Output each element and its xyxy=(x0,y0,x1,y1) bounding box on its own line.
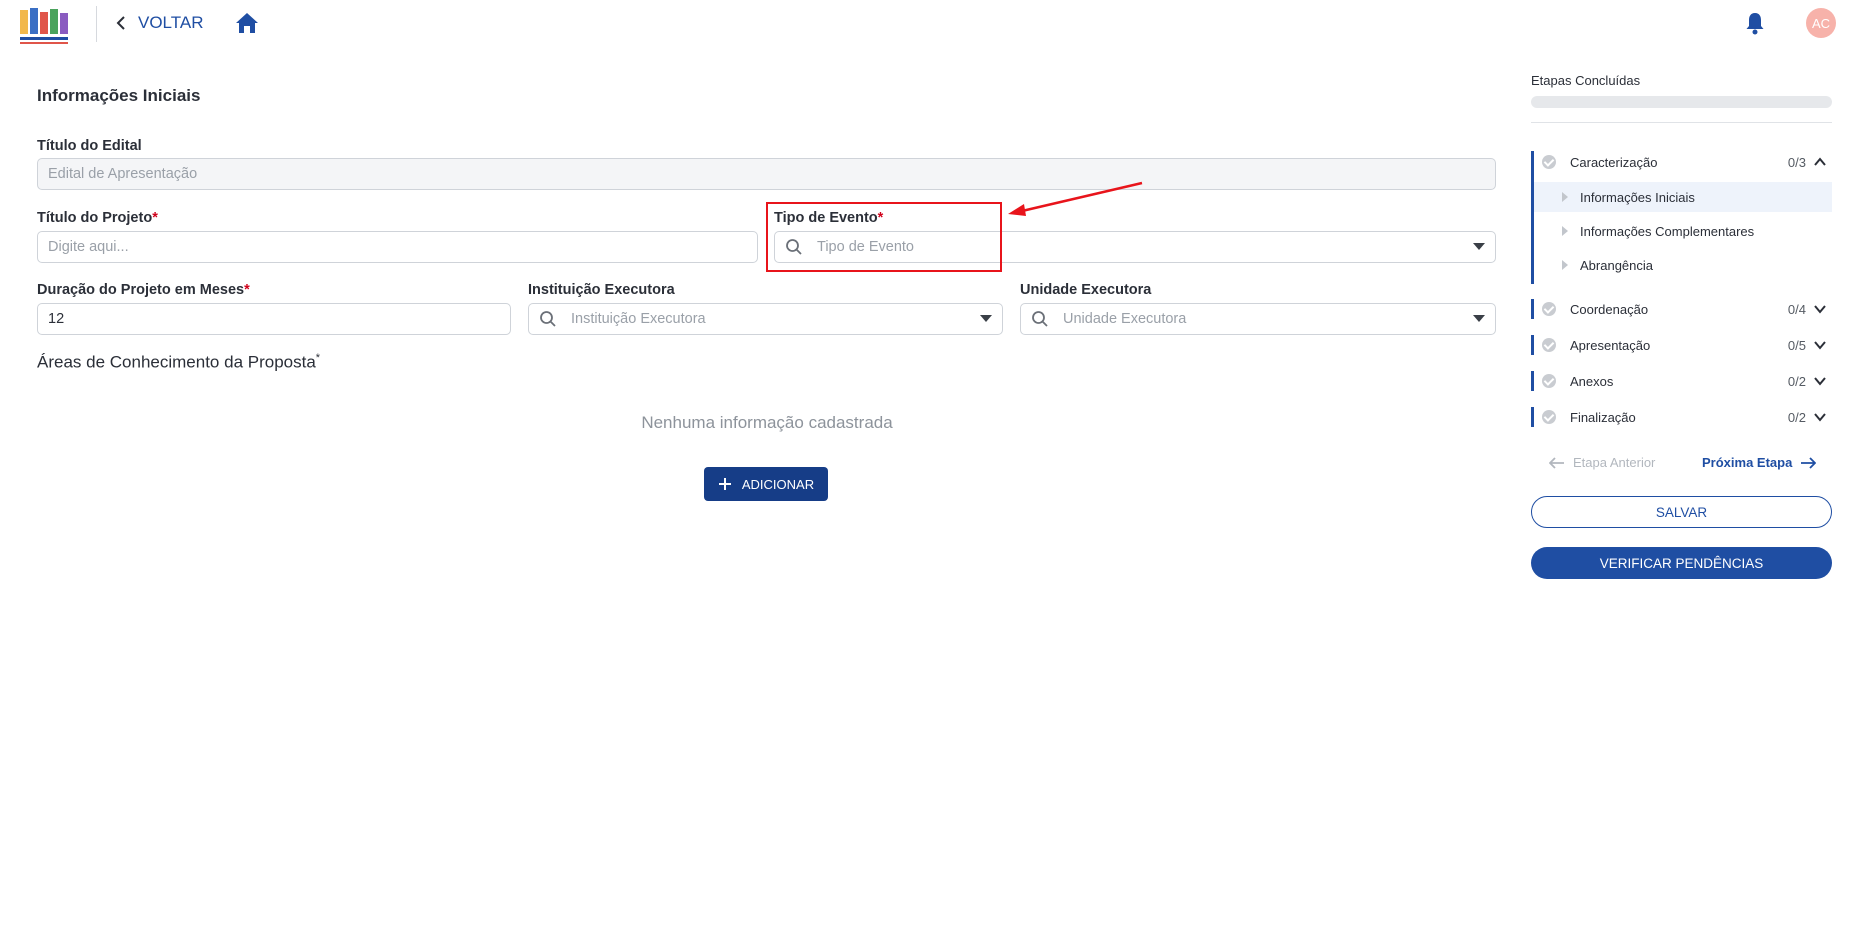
instituicao-placeholder: Instituição Executora xyxy=(571,311,706,327)
step-label: Apresentação xyxy=(1570,337,1651,353)
step-apresentacao[interactable]: Apresentação 0/5 xyxy=(1538,331,1832,359)
user-avatar[interactable]: AC xyxy=(1806,8,1836,38)
chevron-up-icon xyxy=(1814,157,1826,166)
back-label: VOLTAR xyxy=(138,13,204,32)
chevron-down-icon xyxy=(1814,377,1826,386)
chevron-left-icon xyxy=(116,16,125,30)
step-coordenacao[interactable]: Coordenação 0/4 xyxy=(1538,295,1832,323)
search-icon xyxy=(1032,311,1048,327)
instituicao-select[interactable]: Instituição Executora xyxy=(528,303,1003,335)
notification-bell-icon[interactable] xyxy=(1742,10,1768,36)
titulo-edital-value: Edital de Apresentação xyxy=(48,166,198,182)
titulo-projeto-input[interactable]: Digite aqui... xyxy=(37,231,758,263)
unidade-placeholder: Unidade Executora xyxy=(1063,311,1187,327)
sidebar-divider xyxy=(1531,122,1832,123)
step-count: 0/3 xyxy=(1787,154,1806,170)
caret-right-icon xyxy=(1562,226,1568,236)
chevron-down-icon xyxy=(1814,305,1826,314)
step-indicator xyxy=(1531,335,1534,355)
required-asterisk: * xyxy=(315,352,321,364)
step-indicator xyxy=(1531,407,1534,427)
step-label: Anexos xyxy=(1570,373,1614,389)
back-button[interactable]: VOLTAR xyxy=(116,10,204,36)
titulo-projeto-placeholder: Digite aqui... xyxy=(48,239,129,255)
check-circle-icon xyxy=(1542,302,1556,316)
search-icon xyxy=(540,311,556,327)
duracao-value: 12 xyxy=(48,311,65,327)
titulo-projeto-label: Título do Projeto* xyxy=(37,210,158,226)
unidade-label: Unidade Executora xyxy=(1020,282,1152,298)
substep-label: Informações Iniciais xyxy=(1580,189,1695,205)
previous-step-button[interactable]: Etapa Anterior xyxy=(1549,455,1655,470)
step-indicator xyxy=(1531,299,1534,319)
previous-step-label: Etapa Anterior xyxy=(1573,455,1656,470)
dropdown-caret-icon xyxy=(1473,243,1485,250)
step-label: Finalização xyxy=(1570,409,1636,425)
chevron-down-icon xyxy=(1814,341,1826,350)
dropdown-caret-icon xyxy=(980,315,992,322)
annotation-highlight-box xyxy=(766,202,1002,272)
add-button[interactable]: ADICIONAR xyxy=(704,467,828,501)
step-anexos[interactable]: Anexos 0/2 xyxy=(1538,367,1832,395)
arrow-right-icon xyxy=(1801,456,1817,469)
header-divider xyxy=(96,6,97,42)
titulo-edital-label: Título do Edital xyxy=(37,138,142,154)
duracao-input[interactable]: 12 xyxy=(37,303,511,335)
substep-abrangencia[interactable]: Abrangência xyxy=(1534,250,1832,280)
home-icon[interactable] xyxy=(234,10,260,36)
substep-informacoes-complementares[interactable]: Informações Complementares xyxy=(1534,216,1832,246)
page-title: Informações Iniciais xyxy=(37,86,201,105)
check-circle-icon xyxy=(1542,338,1556,352)
check-circle-icon xyxy=(1542,410,1556,424)
check-circle-icon xyxy=(1542,155,1556,169)
next-step-button[interactable]: Próxima Etapa xyxy=(1702,455,1817,470)
substep-label: Abrangência xyxy=(1580,257,1653,273)
substep-label: Informações Complementares xyxy=(1580,223,1755,239)
step-count: 0/4 xyxy=(1787,301,1806,317)
add-button-label: ADICIONAR xyxy=(741,476,815,492)
empty-state-message: Nenhuma informação cadastrada xyxy=(641,413,893,432)
titulo-edital-field: Edital de Apresentação xyxy=(37,158,1496,190)
next-step-label: Próxima Etapa xyxy=(1702,455,1793,470)
step-count: 0/2 xyxy=(1787,373,1806,389)
completed-steps-progress xyxy=(1531,96,1832,108)
required-asterisk: * xyxy=(152,210,158,226)
instituicao-label: Instituição Executora xyxy=(528,282,675,298)
areas-conhecimento-title: Áreas de Conhecimento da Proposta* xyxy=(37,352,321,372)
step-finalizacao[interactable]: Finalização 0/2 xyxy=(1538,403,1832,431)
dropdown-caret-icon xyxy=(1473,315,1485,322)
step-count: 0/2 xyxy=(1787,409,1806,425)
plus-icon xyxy=(718,478,731,490)
caret-right-icon xyxy=(1562,260,1568,270)
chevron-down-icon xyxy=(1814,413,1826,422)
step-label: Coordenação xyxy=(1570,301,1649,317)
verify-pending-button[interactable]: VERIFICAR PENDÊNCIAS xyxy=(1531,547,1832,579)
substep-informacoes-iniciais[interactable]: Informações Iniciais xyxy=(1534,182,1832,212)
completed-steps-title: Etapas Concluídas xyxy=(1531,73,1641,88)
step-count: 0/5 xyxy=(1787,337,1806,353)
arrow-left-icon xyxy=(1549,456,1564,469)
step-caracterizacao[interactable]: Caracterização 0/3 xyxy=(1538,148,1832,176)
save-button[interactable]: SALVAR xyxy=(1531,496,1832,528)
step-label: Caracterização xyxy=(1570,154,1658,170)
app-logo[interactable] xyxy=(14,4,72,46)
caret-right-icon xyxy=(1562,192,1568,202)
required-asterisk: * xyxy=(244,282,250,298)
check-circle-icon xyxy=(1542,374,1556,388)
unidade-select[interactable]: Unidade Executora xyxy=(1020,303,1496,335)
step-indicator xyxy=(1531,371,1534,391)
duracao-label: Duração do Projeto em Meses* xyxy=(37,282,250,298)
